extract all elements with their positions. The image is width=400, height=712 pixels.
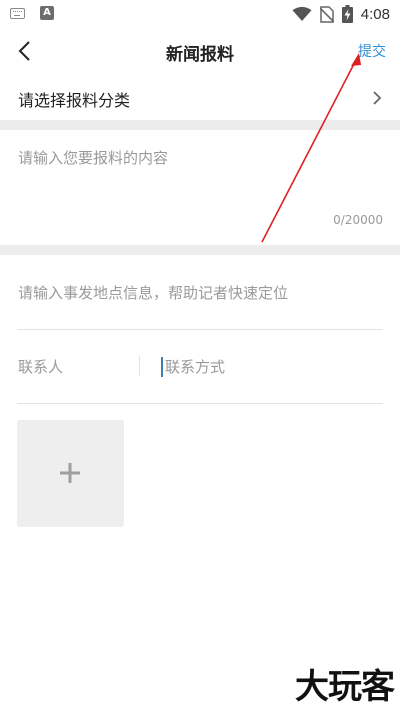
plus-icon: [60, 463, 80, 483]
page-title: 新闻报料: [166, 45, 234, 65]
character-counter: 0/20000: [333, 213, 383, 227]
chevron-right-icon: [372, 90, 382, 110]
status-time: 4:08: [360, 5, 390, 23]
row-divider: [17, 403, 383, 404]
text-cursor: [161, 357, 163, 377]
app-a-icon: A: [40, 6, 54, 20]
row-divider: [17, 329, 383, 330]
submit-button[interactable]: 提交: [358, 41, 386, 61]
field-separator: [139, 356, 140, 376]
add-image-button[interactable]: [17, 420, 124, 527]
content-section: 0/20000: [0, 130, 400, 245]
section-divider: [0, 120, 400, 130]
location-input[interactable]: [18, 280, 382, 306]
contact-method-input[interactable]: [165, 354, 375, 380]
news-report-screen: A 4:08 新闻报料 提交 请选择报料分类 请输入您要报料的内容 0/2000…: [0, 0, 400, 712]
no-sim-icon: [319, 5, 334, 23]
status-bar: A 4:08: [0, 0, 400, 28]
contact-name-input[interactable]: [18, 354, 136, 380]
category-selector[interactable]: 请选择报料分类: [0, 74, 400, 120]
header: 新闻报料 提交: [0, 28, 400, 74]
section-divider: [0, 245, 400, 255]
battery-charging-icon: [341, 5, 353, 23]
content-textarea[interactable]: [18, 147, 382, 217]
keyboard-icon: [10, 8, 25, 19]
wifi-icon: [292, 6, 312, 22]
watermark-logo: 大玩客: [295, 667, 395, 707]
category-label: 请选择报料分类: [18, 91, 131, 110]
status-icons: 4:08: [292, 4, 390, 24]
